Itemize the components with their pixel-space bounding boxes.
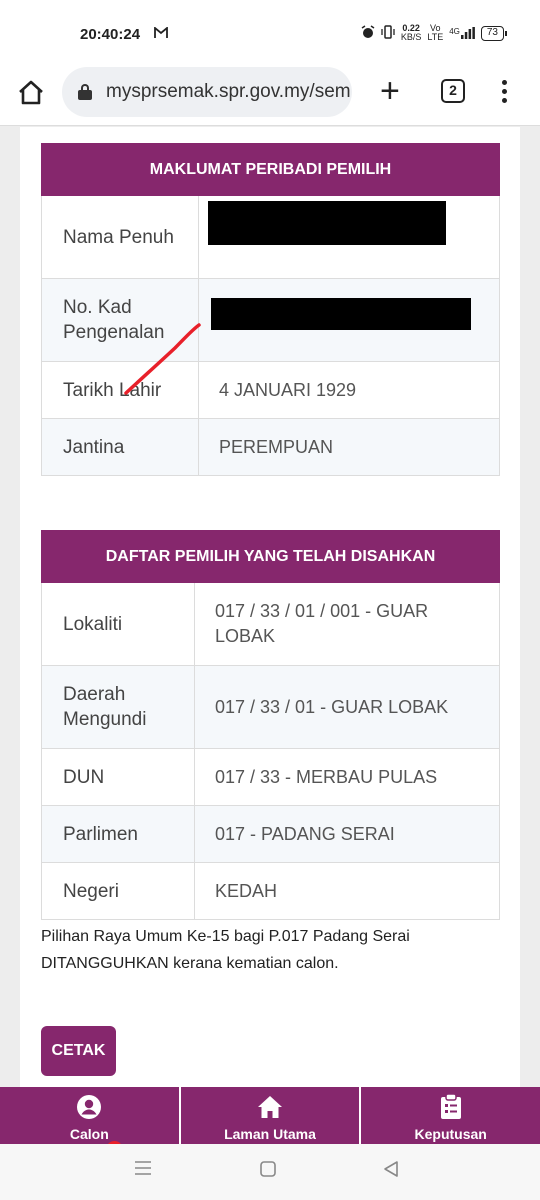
nav-label: Laman Utama bbox=[224, 1126, 316, 1142]
new-tab-button[interactable]: + bbox=[380, 74, 400, 108]
personal-info-section: MAKLUMAT PERIBADI PEMILIH Nama Penuh No.… bbox=[41, 143, 500, 476]
row-label: Negeri bbox=[42, 863, 195, 919]
nav-laman-utama[interactable]: Laman Utama bbox=[181, 1087, 362, 1144]
more-menu-icon[interactable] bbox=[500, 80, 508, 106]
row-label: No. Kad Pengenalan bbox=[42, 279, 199, 361]
row-label: Jantina bbox=[42, 419, 199, 475]
row-value: 017 / 33 - MERBAU PULAS bbox=[215, 766, 438, 787]
bottom-nav: Calon Laman Utama Keputusan bbox=[0, 1087, 540, 1144]
lock-icon bbox=[78, 84, 92, 100]
nav-label: Keputusan bbox=[414, 1126, 487, 1142]
table-row: Nama Penuh bbox=[42, 196, 499, 279]
row-label: Nama Penuh bbox=[42, 196, 199, 278]
table-row: Negeri KEDAH bbox=[42, 863, 499, 920]
recents-icon[interactable] bbox=[134, 1160, 152, 1181]
nav-keputusan[interactable]: Keputusan bbox=[361, 1087, 540, 1144]
voter-registration-section: DAFTAR PEMILIH YANG TELAH DISAHKAN Lokal… bbox=[41, 530, 500, 920]
voter-registration-table: Lokaliti 017 / 33 / 01 / 001 - GUAR LOBA… bbox=[41, 583, 500, 920]
row-label: DUN bbox=[42, 749, 195, 805]
system-nav-bar bbox=[0, 1144, 540, 1200]
row-value: KEDAH bbox=[215, 880, 278, 901]
nav-calon[interactable]: Calon bbox=[0, 1087, 181, 1144]
table-row: No. Kad Pengenalan bbox=[42, 279, 499, 362]
address-bar[interactable]: mysprsemak.spr.gov.my/sem bbox=[62, 67, 352, 117]
back-icon[interactable] bbox=[382, 1160, 400, 1183]
election-note: Pilihan Raya Umum Ke-15 bagi P.017 Padan… bbox=[41, 928, 410, 972]
table-row: Parlimen 017 - PADANG SERAI bbox=[42, 806, 499, 863]
row-label: Daerah Mengundi bbox=[42, 666, 195, 748]
table-row: Jantina PEREMPUAN bbox=[42, 419, 499, 476]
volte-indicator: Vo LTE bbox=[427, 23, 444, 42]
home-icon bbox=[258, 1096, 282, 1118]
home-square-icon[interactable] bbox=[259, 1160, 277, 1183]
row-value: 017 / 33 / 01 - GUAR LOBAK bbox=[215, 696, 449, 717]
nav-label: Calon bbox=[69, 1126, 109, 1142]
status-time: 20:40:24 bbox=[80, 26, 141, 43]
personal-info-table: Nama Penuh No. Kad Pengenalan Tarikh Lah… bbox=[41, 196, 500, 476]
page-content: MAKLUMAT PERIBADI PEMILIH Nama Penuh No.… bbox=[20, 127, 520, 1087]
vibrate-icon bbox=[381, 24, 395, 42]
clipboard-icon bbox=[440, 1094, 461, 1119]
user-circle-icon bbox=[77, 1095, 102, 1119]
signal-icon: 4G bbox=[449, 27, 475, 39]
gmail-icon bbox=[154, 26, 168, 42]
row-value: PEREMPUAN bbox=[219, 436, 334, 457]
battery-icon: 73 bbox=[480, 25, 508, 41]
table-row: DUN 017 / 33 - MERBAU PULAS bbox=[42, 749, 499, 806]
table-row: Tarikh Lahir 4 JANUARI 1929 bbox=[42, 362, 499, 419]
redacted-ic-number bbox=[199, 279, 499, 361]
print-button[interactable]: CETAK bbox=[41, 1026, 116, 1076]
tab-switcher-button[interactable]: 2 bbox=[441, 79, 465, 103]
table-row: Daerah Mengundi 017 / 33 / 01 - GUAR LOB… bbox=[42, 666, 499, 749]
row-value: 4 JANUARI 1929 bbox=[219, 379, 357, 400]
redacted-name bbox=[199, 196, 499, 278]
table-row: Lokaliti 017 / 33 / 01 / 001 - GUAR LOBA… bbox=[42, 583, 499, 666]
row-label: Tarikh Lahir bbox=[42, 362, 199, 418]
row-label: Parlimen bbox=[42, 806, 195, 862]
url-text: mysprsemak.spr.gov.my/sem bbox=[106, 81, 351, 102]
net-speed: 0.22 KB/S bbox=[400, 23, 422, 42]
home-icon[interactable] bbox=[16, 78, 46, 108]
voter-registration-header: DAFTAR PEMILIH YANG TELAH DISAHKAN bbox=[41, 530, 500, 583]
row-value: 017 / 33 / 01 / 001 - GUAR LOBAK bbox=[215, 601, 429, 646]
row-value: 017 - PADANG SERAI bbox=[215, 823, 395, 844]
browser-toolbar: mysprsemak.spr.gov.my/sem + 2 bbox=[0, 66, 540, 126]
status-bar: 20:40:24 0.22 KB/S Vo LTE 4G 73 bbox=[0, 0, 540, 66]
personal-info-header: MAKLUMAT PERIBADI PEMILIH bbox=[41, 143, 500, 196]
status-indicators: 0.22 KB/S Vo LTE 4G 73 bbox=[361, 23, 508, 42]
alarm-icon bbox=[361, 24, 375, 42]
row-label: Lokaliti bbox=[42, 583, 195, 665]
